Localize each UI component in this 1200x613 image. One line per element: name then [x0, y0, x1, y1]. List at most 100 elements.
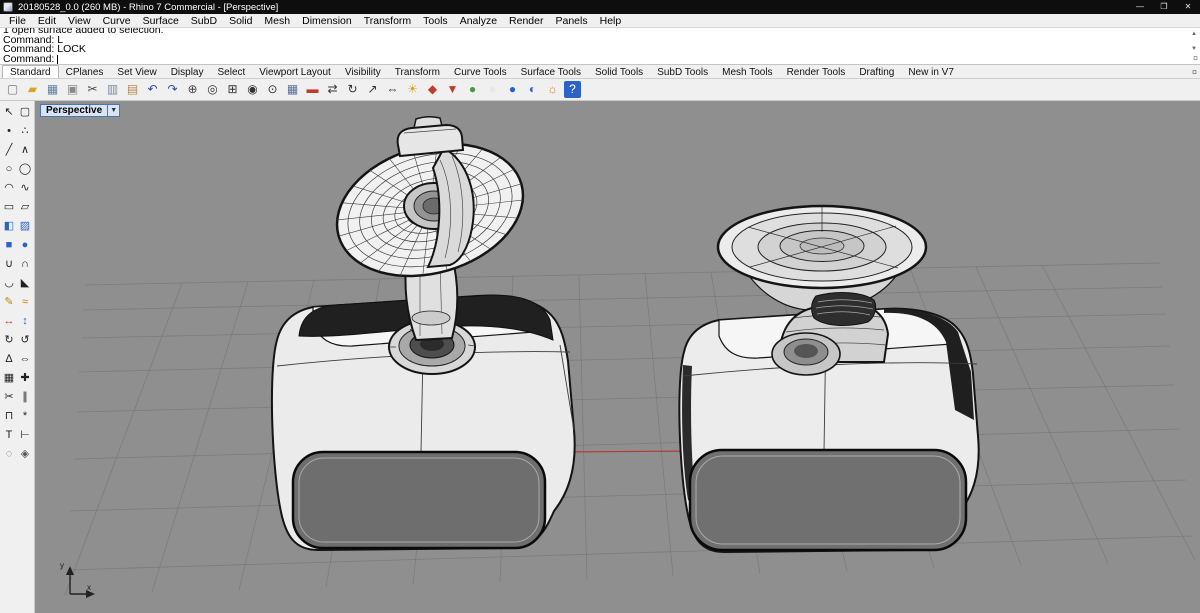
sphere-icon[interactable]: ●	[17, 237, 33, 255]
line-icon[interactable]: ╱	[1, 142, 17, 160]
ribbon-tab[interactable]: Set View	[110, 66, 163, 78]
model-suction-mount-wireframe[interactable]	[272, 117, 575, 550]
rotate-icon[interactable]: ↻	[344, 81, 361, 98]
dimension-icon[interactable]: ⊢	[17, 427, 33, 445]
join-icon[interactable]: ⊓	[1, 408, 17, 426]
scale-icon[interactable]: ↗	[364, 81, 381, 98]
command-scroll-up-icon[interactable]: ▲	[1191, 31, 1197, 37]
edit-pencil-icon[interactable]: ✎	[1, 294, 17, 312]
cut-icon[interactable]: ✂	[84, 81, 101, 98]
ribbon-tab[interactable]: Viewport Layout	[252, 66, 338, 78]
rotate-ccw-icon[interactable]: ↺	[17, 332, 33, 350]
menu-item[interactable]: Mesh	[258, 15, 296, 27]
open-file-icon[interactable]: ▰	[24, 81, 41, 98]
ribbon-tab[interactable]: Render Tools	[780, 66, 853, 78]
copy-icon[interactable]: ▥	[104, 81, 121, 98]
marquee-select-icon[interactable]: ▢	[17, 104, 33, 122]
menu-item[interactable]: Edit	[32, 15, 62, 27]
model-suction-mount-shaded[interactable]	[679, 206, 978, 552]
paste-icon[interactable]: ▤	[124, 81, 141, 98]
render-globe-icon[interactable]: ◐	[524, 81, 541, 98]
restore-button[interactable]: ❐	[1152, 0, 1176, 14]
new-file-icon[interactable]: ▢	[4, 81, 21, 98]
explode-icon[interactable]: *	[17, 408, 33, 426]
viewport-canvas[interactable]	[35, 101, 1200, 613]
lock-object-icon[interactable]: ◈	[17, 446, 33, 464]
menu-item[interactable]: SubD	[185, 15, 223, 27]
save-icon[interactable]: ▦	[44, 81, 61, 98]
point-icon[interactable]: •	[1, 123, 17, 141]
menu-item[interactable]: Transform	[358, 15, 417, 27]
menu-item[interactable]: Surface	[137, 15, 185, 27]
paint-bucket-icon[interactable]: ◆	[424, 81, 441, 98]
ribbon-tab[interactable]: Drafting	[852, 66, 901, 78]
freeform-curve-icon[interactable]: ∿	[17, 180, 33, 198]
menu-item[interactable]: Tools	[417, 15, 454, 27]
material-drop-icon[interactable]: ▼	[444, 81, 461, 98]
polygon-icon[interactable]: ▱	[17, 199, 33, 217]
ellipse-icon[interactable]: ◯	[17, 161, 33, 179]
viewport-tab-label[interactable]: Perspective	[40, 104, 108, 117]
ribbon-tab[interactable]: Curve Tools	[447, 66, 514, 78]
text-icon[interactable]: T	[1, 427, 17, 445]
pan-icon[interactable]: ⊕	[184, 81, 201, 98]
rotate-cw-icon[interactable]: ↻	[1, 332, 17, 350]
undo-icon[interactable]: ↶	[144, 81, 161, 98]
command-options-icon[interactable]: ¤	[1193, 54, 1198, 63]
command-area[interactable]: 1 open surface added to selection.Comman…	[0, 28, 1200, 65]
boolean-union-icon[interactable]: ∪	[1, 256, 17, 274]
vertical-move-icon[interactable]: ↕	[17, 313, 33, 331]
ribbon-tab[interactable]: Select	[211, 66, 253, 78]
delete-icon[interactable]: ▬	[304, 81, 321, 98]
viewport-tab[interactable]: Perspective ▼	[40, 104, 120, 117]
trim-icon[interactable]: ✂	[1, 389, 17, 407]
chamfer-icon[interactable]: ◣	[17, 275, 33, 293]
command-scroll-down-icon[interactable]: ▼	[1191, 46, 1197, 52]
lamp-icon[interactable]: ☀	[404, 81, 421, 98]
mirror-tool-icon[interactable]: ⇔	[17, 351, 33, 369]
loft-surface-icon[interactable]: ▨	[17, 218, 33, 236]
perspective-viewport[interactable]: Perspective ▼ y x	[35, 101, 1200, 613]
zoom-extents-icon[interactable]: ⊙	[264, 81, 281, 98]
menu-item[interactable]: Solid	[223, 15, 258, 27]
layers-icon[interactable]: ▦	[284, 81, 301, 98]
render-sphere-white-icon[interactable]: ●	[484, 81, 501, 98]
ribbon-tab[interactable]: Display	[164, 66, 211, 78]
ribbon-tab[interactable]: Transform	[388, 66, 447, 78]
menu-item[interactable]: View	[62, 15, 97, 27]
point-cloud-icon[interactable]: ∴	[17, 123, 33, 141]
ribbon-tab[interactable]: Visibility	[338, 66, 388, 78]
render-sphere-green-icon[interactable]: ●	[464, 81, 481, 98]
help-icon[interactable]: ?	[564, 81, 581, 98]
curve-fair-icon[interactable]: ≈	[17, 294, 33, 312]
zoom-dynamic-icon[interactable]: ◎	[204, 81, 221, 98]
arc-icon[interactable]: ◠	[1, 180, 17, 198]
offset-icon[interactable]: ✚	[17, 370, 33, 388]
menu-item[interactable]: File	[3, 15, 32, 27]
surface-plane-icon[interactable]: ◧	[1, 218, 17, 236]
boolean-intersect-icon[interactable]: ∩	[17, 256, 33, 274]
rectangle-icon[interactable]: ▭	[1, 199, 17, 217]
polyline-icon[interactable]: ∧	[17, 142, 33, 160]
ribbon-tab[interactable]: New in V7	[901, 66, 961, 78]
menu-item[interactable]: Help	[594, 15, 628, 27]
ribbon-tab[interactable]: CPlanes	[59, 66, 111, 78]
ribbon-tab[interactable]: Standard	[2, 65, 59, 78]
menu-item[interactable]: Curve	[97, 15, 137, 27]
toolbar-options-icon[interactable]: ¤	[1192, 67, 1197, 77]
close-button[interactable]: ✕	[1176, 0, 1200, 14]
ribbon-tab[interactable]: Mesh Tools	[715, 66, 779, 78]
fillet-icon[interactable]: ◡	[1, 275, 17, 293]
menu-item[interactable]: Analyze	[454, 15, 503, 27]
move-icon[interactable]: ⇄	[324, 81, 341, 98]
select-arrow-icon[interactable]: ↖	[1, 104, 17, 122]
menu-item[interactable]: Render	[503, 15, 549, 27]
redo-icon[interactable]: ↷	[164, 81, 181, 98]
zoom-window-icon[interactable]: ⊞	[224, 81, 241, 98]
menu-item[interactable]: Dimension	[296, 15, 358, 27]
hide-object-icon[interactable]: ◌	[1, 446, 17, 464]
ribbon-tab[interactable]: Solid Tools	[588, 66, 650, 78]
array-grid-icon[interactable]: ▦	[1, 370, 17, 388]
scale-tool-icon[interactable]: ∆	[1, 351, 17, 369]
shaded-sphere-icon[interactable]: ●	[504, 81, 521, 98]
